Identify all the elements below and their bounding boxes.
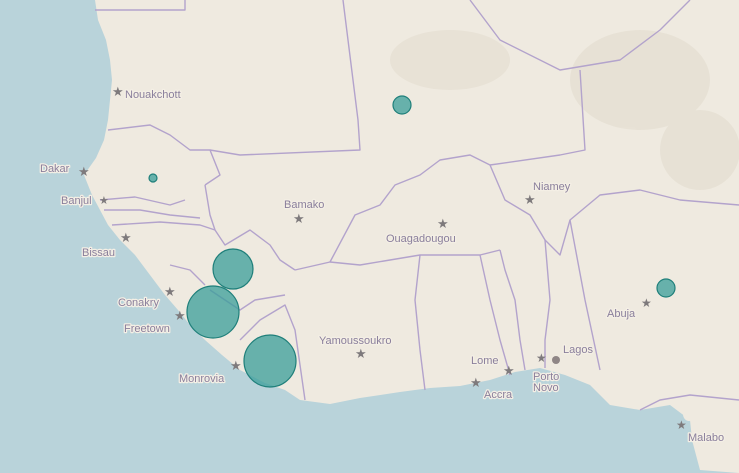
- bubble-nigeria[interactable]: [656, 278, 676, 298]
- city-label: Porto Novo: [533, 371, 562, 394]
- star-icon: ★: [437, 216, 449, 231]
- city-label: Malabo: [688, 432, 724, 444]
- city-label: Ouagadougou: [386, 233, 456, 245]
- city-banjul[interactable]: ★ Banjul: [60, 194, 109, 209]
- city-label: Freetown: [124, 323, 170, 335]
- city-label: Abuja: [607, 308, 636, 320]
- city-label: Lagos: [563, 344, 593, 356]
- city-label: Conakry: [118, 297, 159, 309]
- bubble-senegal[interactable]: [148, 173, 158, 183]
- star-icon: ★: [536, 351, 547, 365]
- map-canvas[interactable]: ★ Nouakchott ★ Dakar ★ Banjul ★ Bissau ★…: [0, 0, 739, 473]
- city-label: Accra: [484, 389, 513, 401]
- star-icon: ★: [78, 164, 90, 179]
- bubble-mali-north[interactable]: [392, 95, 412, 115]
- city-label: Lome: [471, 355, 499, 367]
- city-label: Niamey: [533, 181, 571, 193]
- star-icon: ★: [503, 363, 515, 378]
- star-icon: ★: [470, 375, 482, 390]
- star-icon: ★: [524, 192, 536, 207]
- city-label: Banjul: [61, 195, 92, 207]
- city-label: Bamako: [284, 199, 324, 211]
- star-icon: ★: [230, 358, 242, 373]
- star-icon: ★: [676, 418, 687, 432]
- bubble-guinea[interactable]: [212, 248, 254, 290]
- city-label: Dakar: [40, 163, 70, 175]
- star-icon: ★: [355, 346, 367, 361]
- star-icon: ★: [293, 211, 305, 226]
- city-label: Nouakchott: [125, 89, 181, 101]
- star-icon: ★: [120, 230, 132, 245]
- star-icon: ★: [164, 284, 176, 299]
- map-container[interactable]: ★ Nouakchott ★ Dakar ★ Banjul ★ Bissau ★…: [0, 0, 739, 473]
- city-label: Yamoussoukro: [319, 335, 392, 347]
- city-label: Monrovia: [179, 373, 225, 385]
- star-icon: ★: [641, 296, 652, 310]
- star-icon: ★: [112, 84, 124, 99]
- city-label: Bissau: [82, 247, 115, 259]
- bubble-liberia[interactable]: [243, 334, 297, 388]
- star-icon: ★: [99, 195, 109, 207]
- star-icon: ★: [174, 308, 186, 323]
- bubble-sierra-leone[interactable]: [186, 285, 240, 339]
- dot-icon: [552, 356, 560, 364]
